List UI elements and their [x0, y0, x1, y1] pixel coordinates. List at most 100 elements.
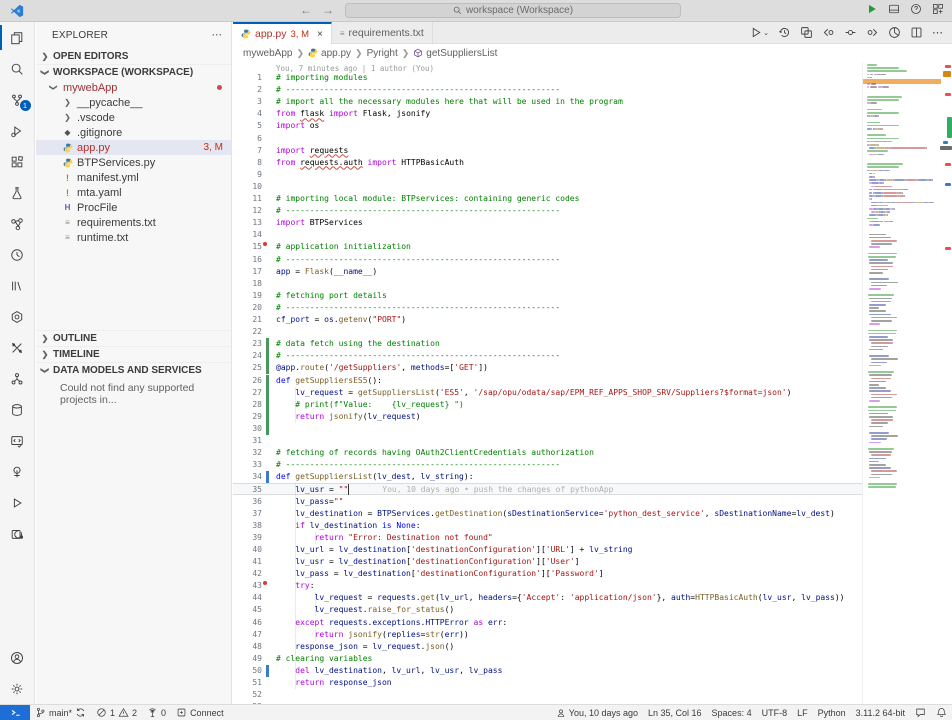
code-line-14[interactable]: 14 [233, 229, 862, 241]
code-line-39[interactable]: 39 return "Error: Destination not found" [233, 532, 862, 544]
code-line-5[interactable]: 5import os [233, 120, 862, 132]
code-line-32[interactable]: 32# fetching of records having OAuth2Cli… [233, 447, 862, 459]
status-connect[interactable]: Connect [171, 705, 229, 720]
tree-item-procfile[interactable]: HProcFile [36, 200, 231, 215]
history-icon[interactable] [778, 26, 791, 39]
code-line-1[interactable]: 1# importing modules [233, 72, 862, 84]
activity-deploy-button[interactable] [0, 456, 35, 487]
tree-item-mywebapp[interactable]: ❯mywebApp [36, 80, 231, 95]
code-line-22[interactable]: 22 [233, 326, 862, 338]
help-icon[interactable] [910, 3, 922, 15]
change-icon[interactable] [844, 26, 857, 39]
status-main-[interactable]: main* [30, 705, 91, 720]
run-dropdown-icon[interactable]: ⌄ [750, 26, 769, 39]
code-line-13[interactable]: 13import BTPServices [233, 217, 862, 229]
breadcrumb-getsupplierslist[interactable]: getSuppliersList [413, 48, 497, 59]
code-line-42[interactable]: 42 lv_pass = lv_destination['destination… [233, 568, 862, 580]
breadcrumb-mywebapp[interactable]: mywebApp [243, 48, 292, 59]
close-icon[interactable]: × [317, 29, 323, 40]
code-line-35[interactable]: 35 lv_usr = ""You, 10 days ago • push th… [233, 483, 862, 495]
tree-item-app-py[interactable]: app.py3, M [36, 140, 231, 155]
run-play-icon[interactable] [866, 3, 878, 15]
code-line-2[interactable]: 2# -------------------------------------… [233, 84, 862, 96]
code-line-26[interactable]: 26def getSuppliersES5(): [233, 375, 862, 387]
code-line-12[interactable]: 12# ------------------------------------… [233, 205, 862, 217]
status-python[interactable]: Python [813, 705, 851, 720]
activity-network-button[interactable] [0, 208, 35, 239]
code-line-23[interactable]: 23# data fetch using the destination [233, 338, 862, 350]
code-line-15[interactable]: 15# application initialization [233, 241, 862, 253]
status-you-10-days-ago[interactable]: You, 10 days ago [551, 705, 643, 720]
breadcrumb-app.py[interactable]: app.py [308, 48, 351, 59]
code-line-38[interactable]: 38 if lv_destination is None: [233, 520, 862, 532]
diff-icon[interactable] [800, 26, 813, 39]
code-line-17[interactable]: 17app = Flask(__name__) [233, 266, 862, 278]
breakpoint-dot[interactable] [263, 242, 267, 246]
code-line-49[interactable]: 49# clearing variables [233, 653, 862, 665]
tab-requirements-txt[interactable]: ≡requirements.txt [332, 22, 433, 44]
nav-back-button[interactable]: ← [300, 3, 312, 17]
status-1[interactable]: 12 [91, 705, 142, 720]
status-lf[interactable]: LF [792, 705, 813, 720]
activity-dependencies-button[interactable] [0, 363, 35, 394]
code-line-36[interactable]: 36 lv_pass="" [233, 496, 862, 508]
code-line-24[interactable]: 24# ------------------------------------… [233, 350, 862, 362]
nav-forward-button[interactable]: → [322, 3, 334, 17]
code-line-4[interactable]: 4from flask import Flask, jsonify [233, 108, 862, 120]
code-line-44[interactable]: 44 lv_request = requests.get(lv_url, hea… [233, 592, 862, 604]
code-line-10[interactable]: 10 [233, 181, 862, 193]
activity-run-button[interactable] [0, 487, 35, 518]
activity-extensions-button[interactable] [0, 146, 35, 177]
code-line-52[interactable]: 52 [233, 689, 862, 701]
code-line-29[interactable]: 29 return jsonify(lv_request) [233, 411, 862, 423]
activity-settings-button[interactable] [0, 673, 35, 704]
code-line-30[interactable]: 30 [233, 423, 862, 435]
workspace-section[interactable]: ❯ WORKSPACE (WORKSPACE) [36, 64, 231, 80]
code-line-19[interactable]: 19# fetching port details [233, 290, 862, 302]
code-line-51[interactable]: 51 return response_json [233, 677, 862, 689]
activity-build-button[interactable] [0, 301, 35, 332]
layout-panel-icon[interactable] [888, 3, 900, 15]
activity-tools-button[interactable] [0, 332, 35, 363]
activity-library-button[interactable] [0, 270, 35, 301]
breadcrumb-pyright[interactable]: Pyright [367, 48, 398, 59]
next-change-icon[interactable] [866, 26, 879, 39]
code-editor[interactable]: You, 7 minutes ago | 1 author (You) 1# i… [233, 62, 862, 704]
breakpoint-dot[interactable] [263, 581, 267, 585]
more-actions-icon[interactable]: ⋯ [212, 29, 224, 41]
section-data-models-and-services[interactable]: ❯DATA MODELS AND SERVICES [36, 362, 231, 378]
status-icon[interactable] [910, 705, 931, 720]
code-line-48[interactable]: 48 response_json = lv_request.json() [233, 641, 862, 653]
code-line-21[interactable]: 21cf_port = os.getenv("PORT") [233, 314, 862, 326]
activity-containers-button[interactable] [0, 518, 35, 549]
activity-account-button[interactable] [0, 642, 35, 673]
code-line-34[interactable]: 34def getSuppliersList(lv_dest, lv_strin… [233, 471, 862, 483]
code-line-7[interactable]: 7import requests [233, 145, 862, 157]
code-line-41[interactable]: 41 lv_usr = lv_destination['destinationC… [233, 556, 862, 568]
code-line-31[interactable]: 31 [233, 435, 862, 447]
tree-item-manifest-yml[interactable]: !manifest.yml [36, 170, 231, 185]
status-3-11-2-64-bit[interactable]: 3.11.2 64-bit [851, 705, 910, 720]
code-line-9[interactable]: 9 [233, 169, 862, 181]
section-timeline[interactable]: ❯TIMELINE [36, 346, 231, 362]
code-line-50[interactable]: 50 del lv_destination, lv_url, lv_usr, l… [233, 665, 862, 677]
activity-run-debug-button[interactable] [0, 115, 35, 146]
split-editor-icon[interactable] [910, 26, 923, 39]
status-spaces-4[interactable]: Spaces: 4 [707, 705, 757, 720]
code-line-47[interactable]: 47 return jsonify(replies=str(err)) [233, 629, 862, 641]
layout-customize-icon[interactable] [932, 3, 944, 15]
status-ln-35-col-16[interactable]: Ln 35, Col 16 [643, 705, 707, 720]
code-line-40[interactable]: 40 lv_url = lv_destination['destinationC… [233, 544, 862, 556]
minimap[interactable] [862, 62, 952, 704]
open-editors-section[interactable]: ❯ OPEN EDITORS [36, 48, 231, 64]
remote-indicator-button[interactable] [0, 705, 30, 720]
code-line-37[interactable]: 37 lv_destination = BTPServices.getDesti… [233, 508, 862, 520]
tree-item--pycache-[interactable]: ❯__pycache__ [36, 95, 231, 110]
tree-item--vscode[interactable]: ❯.vscode [36, 110, 231, 125]
code-line-20[interactable]: 20# ------------------------------------… [233, 302, 862, 314]
command-center-search[interactable]: workspace (Workspace) [345, 3, 681, 18]
section-outline[interactable]: ❯OUTLINE [36, 330, 231, 346]
code-line-16[interactable]: 16# ------------------------------------… [233, 254, 862, 266]
activity-live-preview-button[interactable] [0, 239, 35, 270]
gitlens-icon[interactable] [888, 26, 901, 39]
